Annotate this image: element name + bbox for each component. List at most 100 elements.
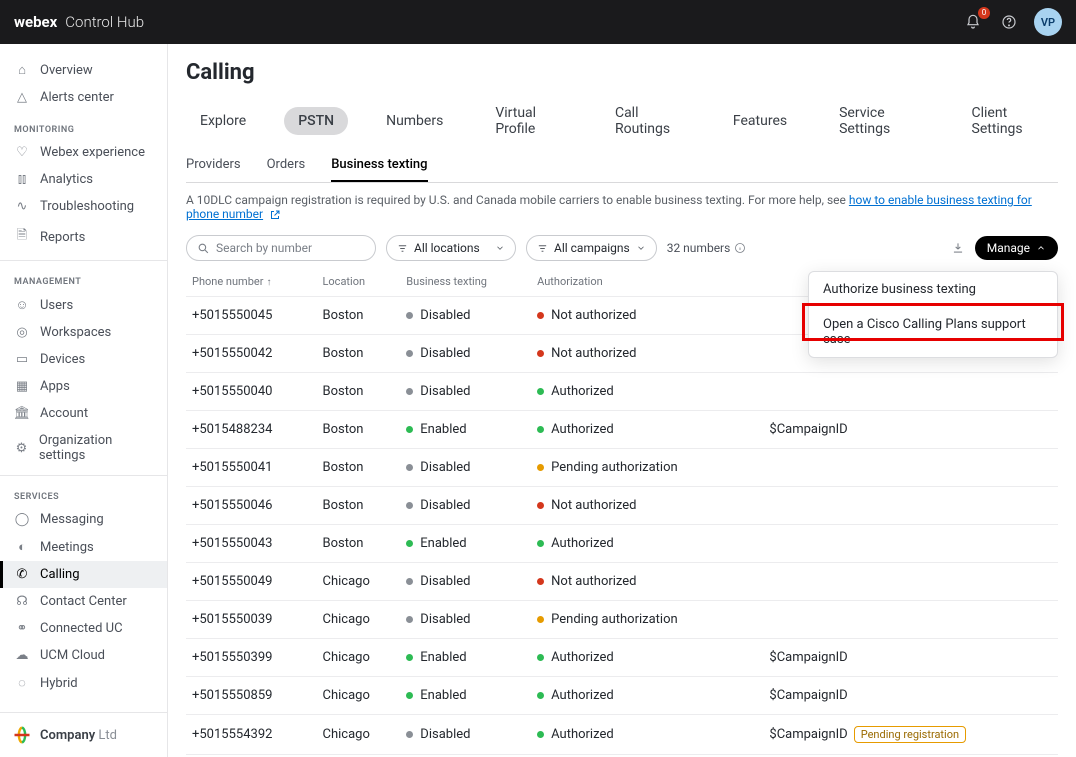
cell-bt: Enabled xyxy=(400,411,531,449)
info-icon[interactable] xyxy=(734,242,746,254)
table-row[interactable]: +5015550040BostonDisabledAuthorized xyxy=(186,373,1058,411)
sidebar-item-alerts[interactable]: △ Alerts center xyxy=(0,84,167,111)
sidebar-item-workspaces[interactable]: ◎Workspaces xyxy=(0,319,167,346)
sidebar-item-messaging[interactable]: ◯Messaging xyxy=(0,506,167,533)
status-dot-icon xyxy=(537,464,544,471)
tab-virtual-profile[interactable]: Virtual Profile xyxy=(481,99,577,143)
cell-location: Chicago xyxy=(316,715,400,755)
sidebar-item-webex-exp[interactable]: ♡Webex experience xyxy=(0,139,167,166)
table-row[interactable]: +5015550399ChicagoEnabledAuthorized$Camp… xyxy=(186,639,1058,677)
tab-client-settings[interactable]: Client Settings xyxy=(958,99,1058,143)
cell-campaign: $CampaignIDPending registration xyxy=(763,715,1058,755)
sidebar-item-label: Organization settings xyxy=(39,433,153,463)
table-row[interactable]: +5015550043BostonEnabledAuthorized xyxy=(186,525,1058,563)
manage-menu: Authorize business texting Open a Cisco … xyxy=(808,271,1058,358)
col-authorization[interactable]: Authorization xyxy=(531,267,746,297)
tab-numbers[interactable]: Numbers xyxy=(372,107,457,135)
cell-bt: Disabled xyxy=(400,563,531,601)
filter-icon xyxy=(397,243,408,254)
chevron-up-icon xyxy=(1036,243,1046,253)
brand-bold: webex xyxy=(14,13,57,31)
table-row[interactable]: +5015488234BostonEnabledAuthorized$Campa… xyxy=(186,411,1058,449)
tab-features[interactable]: Features xyxy=(719,107,801,135)
cell-bt: Disabled xyxy=(400,335,531,373)
filter-campaigns[interactable]: All campaigns xyxy=(526,235,657,261)
subtab-orders[interactable]: Orders xyxy=(267,153,306,182)
meeting-icon: ◐ xyxy=(14,539,30,555)
doc-icon: 🗎 xyxy=(14,226,30,248)
sidebar-item-connected-uc[interactable]: ⚭Connected UC xyxy=(0,615,167,642)
col-spacer xyxy=(746,267,763,297)
cell-bt: Disabled xyxy=(400,487,531,525)
sidebar-item-meetings[interactable]: ◐ Meetings xyxy=(0,533,167,561)
status-dot-icon xyxy=(537,692,544,699)
company-logo-icon xyxy=(12,725,32,745)
col-business-texting[interactable]: Business texting xyxy=(400,267,531,297)
sidebar-item-overview[interactable]: ⌂ Overview xyxy=(0,56,167,84)
table-row[interactable]: +5015550049ChicagoDisabledNot authorized xyxy=(186,563,1058,601)
menu-open-case[interactable]: Open a Cisco Calling Plans support case xyxy=(809,307,1057,357)
cell-phone: +5015488234 xyxy=(186,411,316,449)
cell-bt: Disabled xyxy=(400,715,531,755)
table-row[interactable]: +5015550041BostonDisabledPending authori… xyxy=(186,449,1058,487)
cell-phone: +5015550039 xyxy=(186,601,316,639)
manage-button[interactable]: Manage xyxy=(975,236,1058,260)
sidebar-item-apps[interactable]: ▦Apps xyxy=(0,373,167,400)
count-label: 32 numbers xyxy=(667,241,731,255)
col-location[interactable]: Location xyxy=(316,267,400,297)
sidebar-item-label: Messaging xyxy=(40,512,104,527)
sidebar-item-org-settings[interactable]: ⚙Organization settings xyxy=(0,427,167,469)
table-row[interactable]: +5015550046BostonDisabledNot authorized xyxy=(186,487,1058,525)
cell-bt: Enabled xyxy=(400,677,531,715)
sidebar-item-account[interactable]: 🏛Account xyxy=(0,400,167,427)
table-row[interactable]: +5015554392ChicagoDisabledAuthorized$Cam… xyxy=(186,715,1058,755)
sidebar-group-monitoring: MONITORING xyxy=(0,115,167,139)
sidebar-item-analytics[interactable]: ⫾⫾Analytics xyxy=(0,166,167,193)
status-dot-icon xyxy=(537,426,544,433)
download-button[interactable] xyxy=(951,241,965,255)
avatar[interactable]: VP xyxy=(1034,8,1062,36)
sidebar-item-label: Workspaces xyxy=(40,325,111,340)
sidebar-item-label: Analytics xyxy=(40,172,93,187)
phone-icon: ✆ xyxy=(14,567,30,582)
cell-auth: Authorized xyxy=(531,677,746,715)
main-tabs: Explore PSTN Numbers Virtual Profile Call Ro… xyxy=(186,99,1058,143)
col-phone[interactable]: Phone number↑ xyxy=(186,267,316,297)
status-dot-icon xyxy=(406,350,413,357)
sidebar-item-devices[interactable]: ▭Devices xyxy=(0,346,167,373)
sidebar-item-contact-center[interactable]: ☊Contact Center xyxy=(0,588,167,615)
sidebar-item-troubleshooting[interactable]: ∿Troubleshooting xyxy=(0,193,167,220)
status-dot-icon xyxy=(406,426,413,433)
search-input[interactable]: Search by number xyxy=(186,235,376,261)
table-row[interactable]: +5015550039ChicagoDisabledPending author… xyxy=(186,601,1058,639)
filter-locations[interactable]: All locations xyxy=(386,235,516,261)
tab-call-routings[interactable]: Call Routings xyxy=(601,99,695,143)
sidebar-item-users[interactable]: ☺Users xyxy=(0,291,167,319)
table-row[interactable]: +5015550859ChicagoEnabledAuthorized$Camp… xyxy=(186,677,1058,715)
sidebar-item-reports[interactable]: 🗎Reports xyxy=(0,220,167,254)
status-dot-icon xyxy=(406,312,413,319)
cell-auth: Authorized xyxy=(531,715,746,755)
status-dot-icon xyxy=(537,350,544,357)
notifications-button[interactable]: 0 xyxy=(962,11,984,33)
cell-phone: +5015550046 xyxy=(186,487,316,525)
status-dot-icon xyxy=(406,464,413,471)
cell-location: Boston xyxy=(316,373,400,411)
chevron-down-icon xyxy=(636,243,646,253)
user-icon: ☺ xyxy=(14,297,30,313)
sidebar-group-services: SERVICES xyxy=(0,482,167,506)
chevron-down-icon xyxy=(495,243,505,253)
subtab-business-texting[interactable]: Business texting xyxy=(331,153,427,182)
sidebar-item-label: Meetings xyxy=(40,540,94,555)
subtab-providers[interactable]: Providers xyxy=(186,153,241,182)
sidebar-item-calling[interactable]: ✆Calling xyxy=(0,561,167,588)
cell-location: Boston xyxy=(316,449,400,487)
help-button[interactable] xyxy=(998,11,1020,33)
tab-service-settings[interactable]: Service Settings xyxy=(825,99,933,143)
sidebar-item-ucm-cloud[interactable]: ☁UCM Cloud xyxy=(0,642,167,669)
cell-auth: Not authorized xyxy=(531,297,746,335)
tab-explore[interactable]: Explore xyxy=(186,107,260,135)
tab-pstn[interactable]: PSTN xyxy=(284,107,348,135)
menu-authorize[interactable]: Authorize business texting xyxy=(809,272,1057,307)
sidebar-item-hybrid[interactable]: ◌Hybrid xyxy=(0,669,167,697)
